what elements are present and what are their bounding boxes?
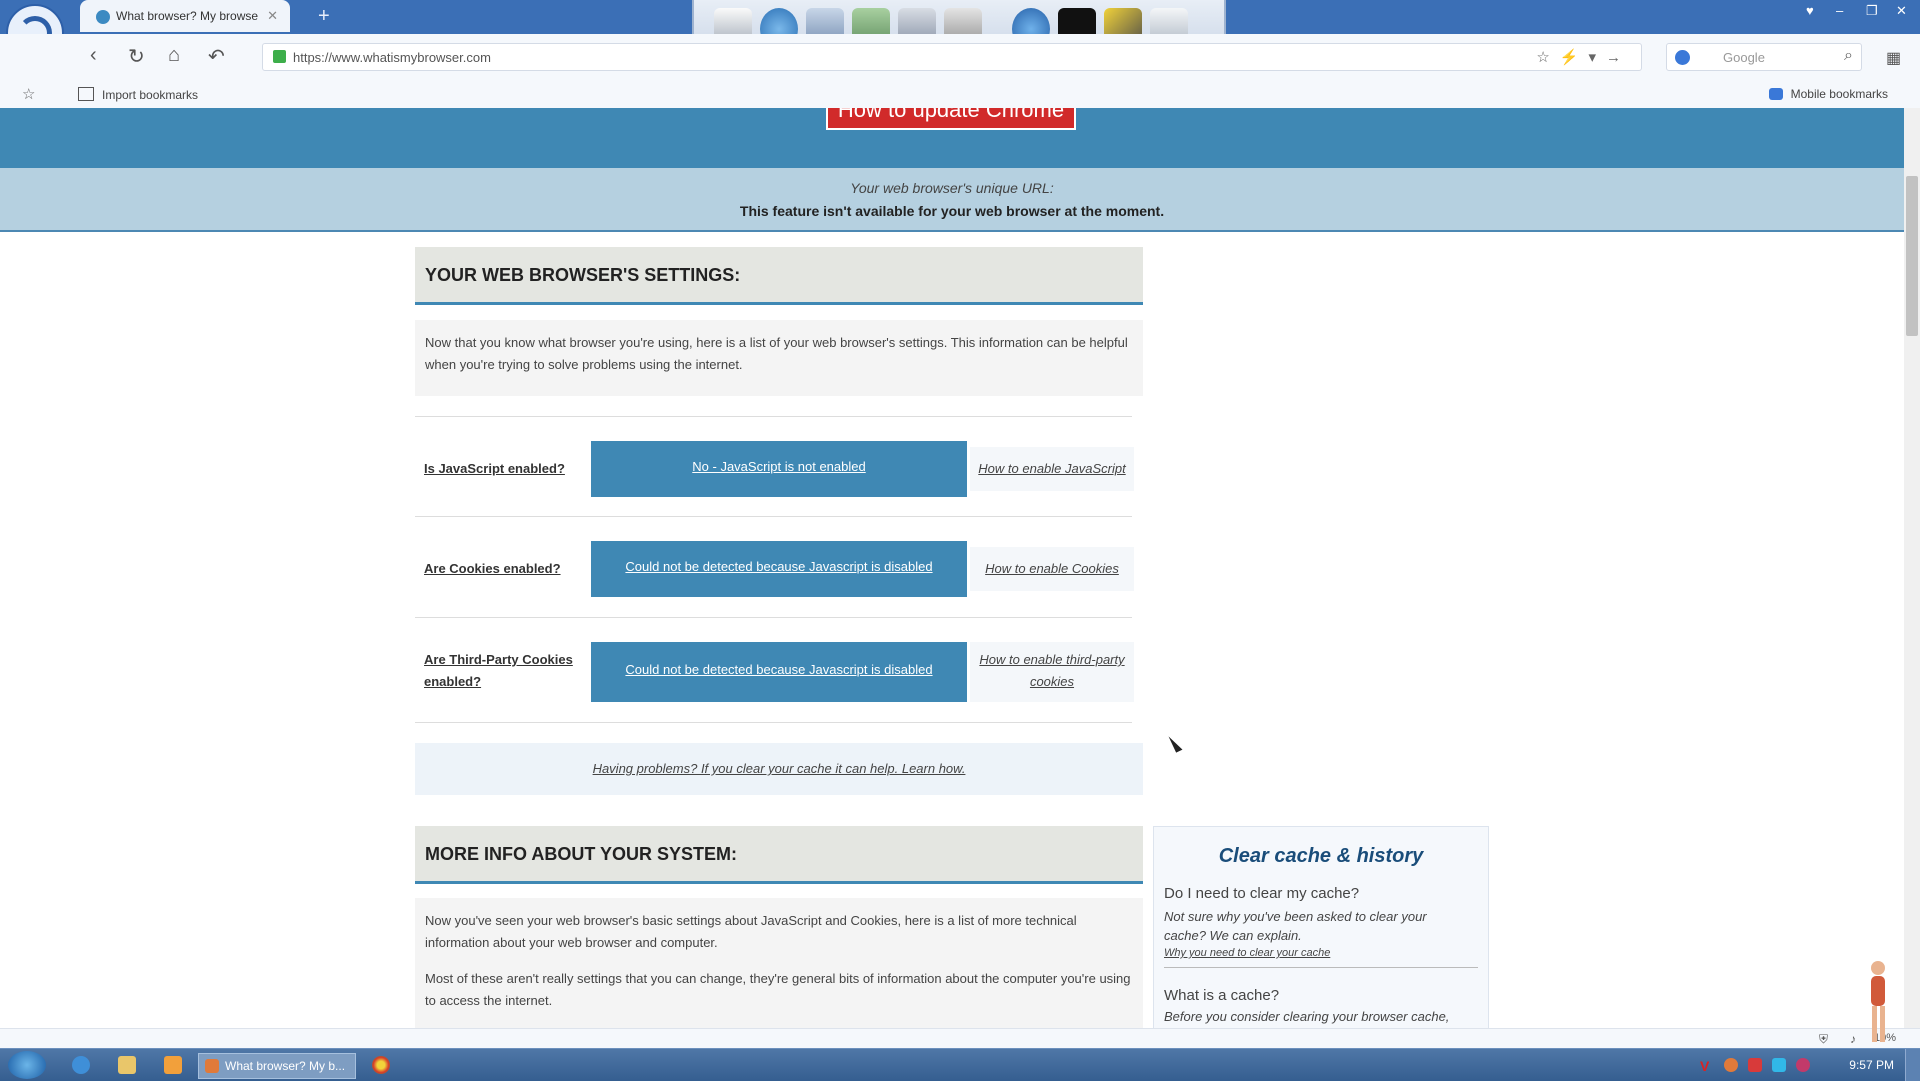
chrome-icon[interactable]: [372, 1056, 390, 1074]
taskbar-active-window[interactable]: What browser? My b...: [198, 1053, 356, 1079]
shield-icon[interactable]: ⛨: [1819, 1032, 1828, 1047]
cache-desc-2: Before you consider clearing your browse…: [1164, 1009, 1450, 1024]
tray-browser-icon[interactable]: [1724, 1058, 1738, 1072]
third-party-cookies-answer[interactable]: Could not be detected because Javascript…: [591, 642, 967, 702]
divider: [1164, 967, 1478, 968]
window-controls: ♥ – ❐ ✕: [1800, 0, 1920, 24]
mobile-icon: [1768, 88, 1783, 100]
page-content: How to update Chrome Your web browser's …: [0, 108, 1904, 1028]
address-bar[interactable]: https://www.whatismybrowser.com ☆⚡▾→: [262, 43, 1642, 71]
javascript-answer[interactable]: No - JavaScript is not enabled: [591, 441, 967, 497]
tab-close-icon[interactable]: ✕: [267, 8, 278, 24]
enable-javascript-link[interactable]: How to enable JavaScript: [970, 447, 1134, 491]
mobile-bookmarks-button[interactable]: Mobile bookmarks: [1768, 87, 1888, 101]
import-icon: [78, 87, 94, 101]
home-icon[interactable]: ⌂: [168, 44, 180, 67]
enable-cookies-link[interactable]: How to enable Cookies: [970, 547, 1134, 591]
taskbar-window-title: What browser? My b...: [225, 1059, 346, 1073]
cache-question-1: Do I need to clear my cache?: [1164, 885, 1360, 902]
bookmark-star-icon[interactable]: ☆: [22, 85, 35, 103]
clear-cache-sidebar: Clear cache & history Do I need to clear…: [1153, 826, 1489, 1028]
volume-icon[interactable]: ♪: [1850, 1032, 1856, 1046]
network-icon[interactable]: [1772, 1058, 1786, 1072]
tray-status-icon[interactable]: [1796, 1058, 1810, 1072]
antivirus-icon[interactable]: V: [1700, 1058, 1714, 1074]
update-chrome-button[interactable]: How to update Chrome: [826, 108, 1076, 130]
system-tray: V 9:57 PM: [1700, 1049, 1920, 1081]
browser-taskbar-icon: [205, 1059, 219, 1073]
import-bookmarks-label: Import bookmarks: [102, 88, 199, 102]
secure-lock-icon: [273, 50, 286, 63]
unique-url-message: This feature isn't available for your we…: [739, 203, 1165, 219]
show-desktop-button[interactable]: [1905, 1049, 1920, 1081]
more-info-paragraph-1: Now you've seen your web browser's basic…: [425, 913, 1077, 950]
javascript-question[interactable]: Is JavaScript enabled?: [424, 458, 574, 480]
address-tools[interactable]: ☆⚡▾→: [1536, 48, 1631, 66]
settings-intro: Now that you know what browser you're us…: [415, 320, 1143, 396]
taskbar-clock[interactable]: 9:57 PM: [1849, 1058, 1894, 1072]
clear-cache-help-link[interactable]: Having problems? If you clear your cache…: [415, 743, 1143, 795]
reload-icon[interactable]: ↻: [128, 44, 145, 69]
ie-icon[interactable]: [72, 1056, 90, 1074]
divider: [415, 416, 1132, 417]
search-icon[interactable]: ⌕: [1844, 47, 1853, 65]
cache-box-title: Clear cache & history: [1218, 845, 1424, 867]
cookies-question[interactable]: Are Cookies enabled?: [424, 558, 574, 580]
tab-title: What browser? My browse: [116, 9, 259, 23]
back-icon[interactable]: ‹: [90, 44, 97, 67]
windows-taskbar: What browser? My b... V 9:57 PM: [0, 1048, 1920, 1081]
bookmarks-bar: ☆ Import bookmarks Mobile bookmarks: [0, 80, 1920, 109]
explorer-icon[interactable]: [118, 1056, 136, 1074]
divider: [415, 516, 1132, 517]
enable-third-party-cookies-link[interactable]: How to enable third-party cookies: [970, 642, 1134, 702]
more-info-intro: Now you've seen your web browser's basic…: [415, 898, 1143, 1028]
browser-toolbar: ‹ ↻ ⌂ ↶ https://www.whatismybrowser.com …: [0, 34, 1920, 81]
cookies-answer[interactable]: Could not be detected because Javascript…: [591, 541, 967, 597]
cache-desc-1: Not sure why you've been asked to clear …: [1164, 909, 1427, 943]
scrollbar-thumb[interactable]: [1906, 176, 1918, 336]
third-party-cookies-question[interactable]: Are Third-Party Cookies enabled?: [424, 649, 574, 693]
why-clear-cache-link[interactable]: Why you need to clear your cache: [1164, 947, 1330, 959]
search-placeholder: Google: [1723, 50, 1765, 65]
close-window-icon[interactable]: ✕: [1896, 3, 1907, 19]
divider: [415, 617, 1132, 618]
more-info-heading: MORE INFO ABOUT YOUR SYSTEM:: [415, 826, 1143, 884]
status-bar: ⛨ ♪ 10%: [0, 1028, 1920, 1049]
new-tab-icon[interactable]: +: [318, 5, 330, 28]
tab-favicon-icon: [96, 10, 110, 24]
undo-close-icon[interactable]: ↶: [208, 44, 225, 69]
unique-url-label: Your web browser's unique URL:: [850, 180, 1054, 196]
divider: [415, 722, 1132, 723]
browser-tab[interactable]: What browser? My browse ✕: [80, 0, 290, 32]
search-engine-icon[interactable]: [1675, 50, 1690, 65]
desktop-mascot-figure: [1871, 961, 1885, 1042]
address-url[interactable]: https://www.whatismybrowser.com: [293, 50, 491, 65]
import-bookmarks-button[interactable]: Import bookmarks: [78, 87, 198, 102]
tray-app-icon[interactable]: [1748, 1058, 1762, 1072]
apps-grid-icon[interactable]: ▦: [1886, 48, 1901, 68]
unique-url-bar: Your web browser's unique URL: This feat…: [0, 168, 1904, 232]
skin-icon[interactable]: ♥: [1806, 3, 1814, 18]
start-button-icon[interactable]: [8, 1051, 46, 1079]
settings-heading: YOUR WEB BROWSER'S SETTINGS:: [415, 247, 1143, 305]
search-box[interactable]: Google ⌕: [1666, 43, 1862, 71]
media-player-icon[interactable]: [164, 1056, 182, 1074]
restore-icon[interactable]: ❐: [1866, 3, 1878, 19]
more-info-paragraph-2: Most of these aren't really settings tha…: [425, 971, 1131, 1008]
cache-question-2: What is a cache?: [1164, 987, 1280, 1004]
minimize-icon[interactable]: –: [1836, 3, 1843, 18]
mobile-bookmarks-label: Mobile bookmarks: [1790, 87, 1888, 101]
